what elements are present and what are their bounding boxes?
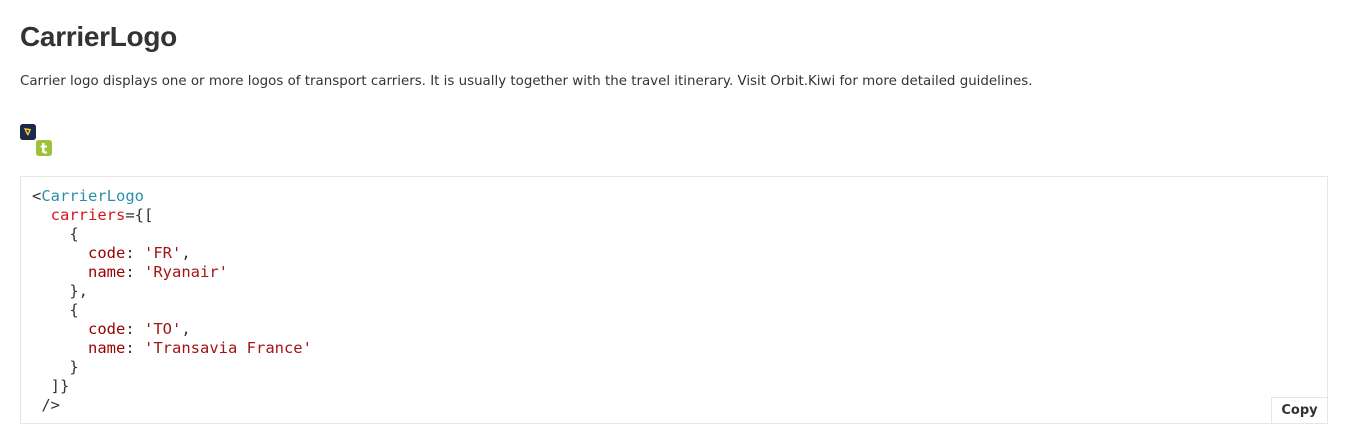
code-key: code [88, 244, 126, 262]
code-line: { [32, 225, 79, 243]
code-value: 'TO' [144, 320, 182, 338]
code-line: carriers={[ [50, 206, 154, 224]
code-line: code: 'TO', [88, 320, 191, 338]
code-line: <CarrierLogo [32, 187, 144, 205]
code-key: code [88, 320, 126, 338]
page-title: CarrierLogo [20, 21, 177, 52]
code-line: } [32, 358, 79, 376]
code-value: 'FR' [144, 244, 182, 262]
code-key: name [88, 263, 126, 281]
code-line: name: 'Transavia France' [88, 339, 312, 357]
code-value: 'Transavia France' [144, 339, 312, 357]
code-component-name: CarrierLogo [41, 187, 144, 205]
code-key: name [88, 339, 126, 357]
transavia-logo-icon [36, 140, 52, 156]
copy-button[interactable]: Copy [1271, 397, 1327, 423]
code-line: /> [32, 396, 60, 414]
code-line: }, [32, 282, 88, 300]
code-value: 'Ryanair' [144, 263, 228, 281]
code-line: { [32, 301, 79, 319]
code-example: <CarrierLogo carriers={[ { code: 'FR', n… [20, 176, 1328, 424]
code-prop-name: carriers [50, 206, 126, 224]
page-description: Carrier logo displays one or more logos … [20, 74, 1033, 89]
code-line: code: 'FR', [88, 244, 191, 262]
ryanair-logo-icon [20, 124, 36, 140]
code-line: ]} [32, 377, 70, 395]
code-line: name: 'Ryanair' [88, 263, 228, 281]
carrier-logo-preview [20, 124, 52, 156]
